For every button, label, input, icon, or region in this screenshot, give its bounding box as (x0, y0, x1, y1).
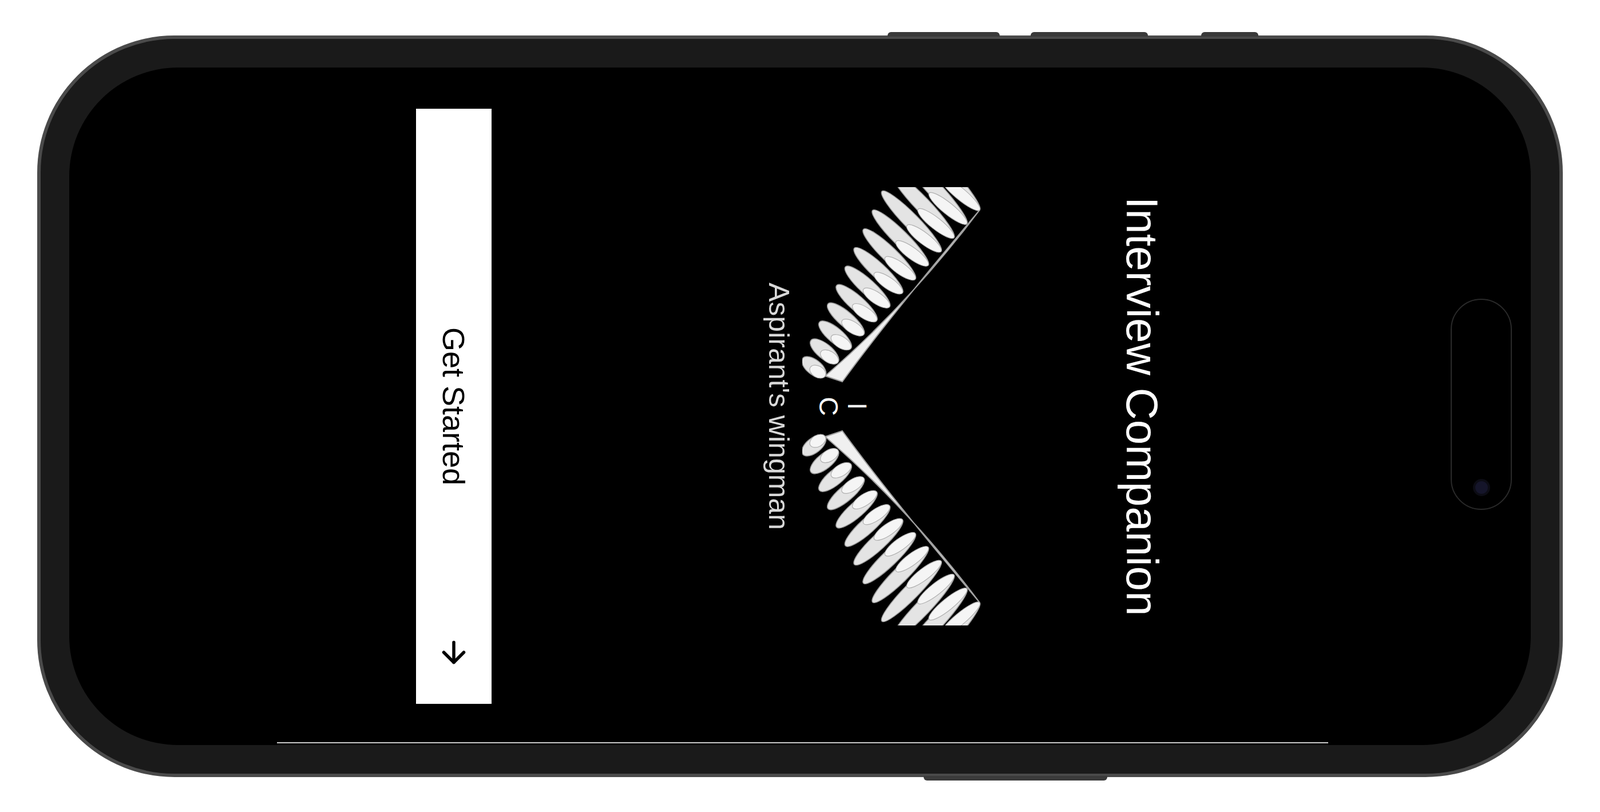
logo: ICAspirant's wingman (761, 187, 998, 625)
logo-tagline: Aspirant's wingman (761, 282, 798, 530)
side-button[interactable] (923, 775, 1108, 781)
app-title: Interview Companion (1119, 196, 1165, 616)
phone-frame: Interview Companion ICAspirant's wingman G… (37, 35, 1563, 778)
logo-letters: IC (802, 393, 872, 419)
page: Interview Companion ICAspirant's wingman G… (0, 0, 1600, 812)
side-button[interactable] (1030, 32, 1148, 37)
side-button[interactable] (887, 32, 1000, 37)
wing-icon (802, 418, 997, 625)
wing-icon (802, 187, 997, 394)
home-indicator[interactable] (276, 742, 1329, 744)
side-button[interactable] (1201, 32, 1259, 37)
camera-icon (1472, 478, 1491, 497)
get-started-button[interactable]: Get Started (416, 108, 493, 704)
arrow-right-icon (437, 635, 472, 670)
app-view: Interview Companion ICAspirant's wingman G… (69, 67, 1531, 746)
screen: Interview Companion ICAspirant's wingman G… (69, 67, 1531, 746)
dynamic-island (1450, 298, 1512, 510)
